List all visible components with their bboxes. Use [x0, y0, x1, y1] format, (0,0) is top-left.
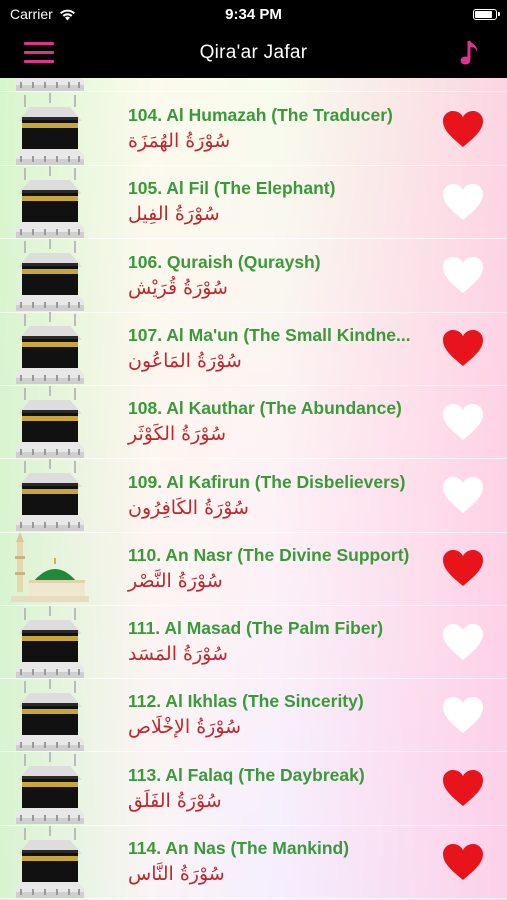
kaaba-image: [0, 78, 100, 91]
surah-list-item[interactable]: 110. An Nasr (The Divine Support) سُوْرَة…: [0, 532, 507, 606]
status-time: 9:34 PM: [225, 5, 282, 23]
kaaba-image: [0, 678, 100, 751]
green-dome-image: [0, 532, 100, 605]
kaaba-image: [0, 92, 100, 165]
music-note-icon[interactable]: [459, 38, 483, 68]
surah-text: 113. Al Falaq (The Daybreak) سُوْرَةُ الف…: [100, 765, 441, 812]
favorite-heart-icon[interactable]: [441, 402, 485, 442]
kaaba-image: [0, 459, 100, 532]
surah-list[interactable]: 104. Al Humazah (The Traducer) سُوْرَةُ ا…: [0, 78, 507, 900]
surah-title: 104. Al Humazah (The Traducer): [128, 105, 393, 125]
surah-text: 109. Al Kafirun (The Disbelievers) سُوْرَ…: [100, 472, 441, 519]
favorite-heart-icon[interactable]: [441, 768, 485, 808]
favorite-heart-icon[interactable]: [441, 328, 485, 368]
surah-arabic-name: سُوْرَةُ الفَلَق: [128, 789, 222, 812]
surah-title: 107. Al Ma'un (The Small Kindne...: [128, 324, 411, 345]
surah-arabic-name: سُوْرَةُ الإِخْلَاص: [128, 716, 242, 739]
status-left: Carrier: [10, 6, 76, 22]
kaaba-image: [0, 605, 100, 678]
surah-list-item[interactable]: 111. Al Masad (The Palm Fiber) سُوْرَةُ ا…: [0, 605, 507, 680]
wifi-icon: [59, 9, 75, 20]
surah-title: 105. Al Fil (The Elephant): [128, 178, 336, 199]
surah-list-item[interactable]: 109. Al Kafirun (The Disbelievers) سُوْرَ…: [0, 459, 507, 533]
surah-title: 113. Al Falaq (The Daybreak): [128, 764, 365, 785]
surah-list-item[interactable]: 112. Al Ikhlas (The Sincerity) سُوْرَةُ ا…: [0, 678, 507, 753]
surah-arabic-name: سُوْرَةُ المَاعُون: [128, 349, 242, 372]
surah-list-item[interactable]: 108. Al Kauthar (The Abundance) سُوْرَةُ …: [0, 385, 507, 460]
favorite-heart-icon[interactable]: [441, 109, 485, 149]
menu-button[interactable]: [24, 42, 54, 64]
hamburger-menu-icon-bar: [24, 60, 54, 63]
surah-arabic-name: سُوْرَةُ النَّاس: [128, 863, 225, 885]
favorite-heart-icon[interactable]: [441, 548, 485, 588]
surah-text: 110. An Nasr (The Divine Support) سُوْرَة…: [100, 545, 441, 592]
surah-title: 112. Al Ikhlas (The Sincerity): [128, 691, 364, 712]
surah-list-item[interactable]: 105. Al Fil (The Elephant) سُوْرَةُ الفِي…: [0, 165, 507, 240]
favorite-heart-icon[interactable]: [441, 842, 485, 882]
surah-list-item[interactable]: 104. Al Humazah (The Traducer) سُوْرَةُ ا…: [0, 92, 507, 166]
kaaba-image: [0, 385, 100, 458]
status-bar: Carrier 9:34 PM: [0, 0, 507, 28]
surah-arabic-name: سُوْرَةُ الكَافِرُون: [128, 496, 249, 519]
surah-text: 104. Al Humazah (The Traducer) سُوْرَةُ ا…: [100, 105, 441, 152]
surah-arabic-name: سُوْرَةُ قُرَيْش: [128, 276, 228, 299]
favorite-heart-icon[interactable]: [441, 695, 485, 735]
surah-list-item[interactable]: 106. Quraish (Quraysh) سُوْرَةُ قُرَيْش: [0, 239, 507, 313]
surah-list-item[interactable]: 114. An Nas (The Mankind) سُوْرَةُ النَّا…: [0, 825, 507, 899]
surah-arabic-name: سُوْرَةُ المَسَد: [128, 643, 228, 666]
surah-text: 111. Al Masad (The Palm Fiber) سُوْرَةُ ا…: [100, 618, 441, 665]
surah-list-item[interactable]: 113. Al Falaq (The Daybreak) سُوْرَةُ الف…: [0, 752, 507, 826]
kaaba-image: [0, 165, 100, 238]
surah-text: 105. Al Fil (The Elephant) سُوْرَةُ الفِي…: [100, 178, 441, 225]
favorite-heart-icon[interactable]: [441, 182, 485, 222]
surah-arabic-name: سُوْرَةُ الكَوْثَر: [128, 423, 227, 446]
surah-title: 114. An Nas (The Mankind): [128, 838, 350, 858]
carrier-label: Carrier: [10, 6, 53, 22]
favorite-heart-icon[interactable]: [441, 475, 485, 515]
surah-text: 114. An Nas (The Mankind) سُوْرَةُ النَّا…: [100, 838, 441, 885]
surah-title: 110. An Nasr (The Divine Support): [128, 544, 410, 565]
surah-title: 111. Al Masad (The Palm Fiber): [128, 618, 384, 639]
navigation-bar: Qira'ar Jafar: [0, 28, 507, 78]
kaaba-image: [0, 752, 100, 825]
favorite-heart-icon[interactable]: [441, 622, 485, 662]
surah-title: 108. Al Kauthar (The Abundance): [128, 398, 402, 419]
surah-list-item[interactable]: 107. Al Ma'un (The Small Kindne... سُوْرَ…: [0, 312, 507, 386]
kaaba-image: [0, 825, 100, 898]
surah-text: 108. Al Kauthar (The Abundance) سُوْرَةُ …: [100, 398, 441, 445]
list-item-partial[interactable]: [0, 78, 507, 92]
page-title: Qira'ar Jafar: [199, 42, 308, 63]
surah-text: 112. Al Ikhlas (The Sincerity) سُوْرَةُ ا…: [100, 691, 441, 738]
surah-arabic-name: سُوْرَةُ الفِيل: [128, 203, 220, 226]
kaaba-image: [0, 312, 100, 385]
hamburger-menu-icon-bar: [24, 42, 54, 45]
surah-title: 109. Al Kafirun (The Disbelievers): [128, 471, 406, 492]
surah-text: 106. Quraish (Quraysh) سُوْرَةُ قُرَيْش: [100, 252, 441, 299]
surah-title: 106. Quraish (Quraysh): [128, 251, 321, 272]
surah-arabic-name: سُوْرَةُ الهُمَزَة: [128, 130, 231, 152]
hamburger-menu-icon-bar: [24, 51, 54, 54]
surah-arabic-name: سُوْرَةُ النَّصْر: [128, 569, 223, 592]
surah-text: 107. Al Ma'un (The Small Kindne... سُوْرَ…: [100, 325, 441, 372]
battery-icon: [473, 8, 500, 20]
favorite-heart-icon[interactable]: [441, 255, 485, 295]
kaaba-image: [0, 239, 100, 312]
